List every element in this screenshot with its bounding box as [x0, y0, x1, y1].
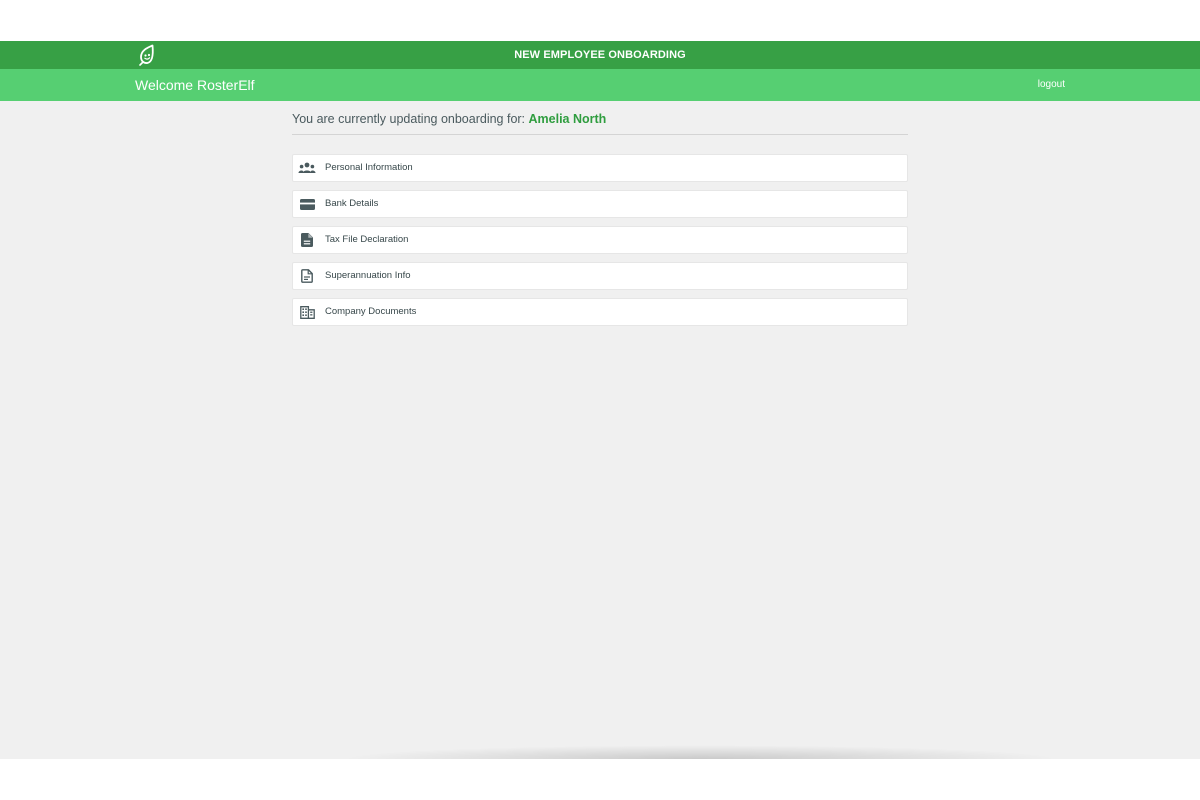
- updating-header: You are currently updating onboarding fo…: [292, 101, 908, 135]
- document-filled-icon: [298, 232, 316, 248]
- menu-item-superannuation-info[interactable]: Superannuation Info: [292, 262, 908, 290]
- users-icon: [298, 160, 316, 176]
- onboarding-content: You are currently updating onboarding fo…: [292, 101, 908, 334]
- menu-item-bank-details[interactable]: Bank Details: [292, 190, 908, 218]
- menu-item-personal-information[interactable]: Personal Information: [292, 154, 908, 182]
- logout-link[interactable]: logout: [1038, 69, 1065, 101]
- menu-item-label: Superannuation Info: [325, 270, 411, 281]
- credit-card-icon: [298, 196, 316, 212]
- menu-item-label: Personal Information: [325, 162, 413, 173]
- menu-item-label: Tax File Declaration: [325, 234, 409, 245]
- menu-item-label: Company Documents: [325, 306, 417, 317]
- menu-item-label: Bank Details: [325, 198, 379, 209]
- welcome-bar: Welcome RosterElf logout: [0, 69, 1200, 101]
- page-title: NEW EMPLOYEE ONBOARDING: [514, 49, 686, 61]
- employee-name: Amelia North: [528, 112, 607, 126]
- menu-item-company-documents[interactable]: Company Documents: [292, 298, 908, 326]
- welcome-text: Welcome RosterElf: [135, 77, 255, 93]
- updating-prefix: You are currently updating onboarding fo…: [292, 112, 529, 126]
- header-bar: NEW EMPLOYEE ONBOARDING: [0, 41, 1200, 69]
- building-icon: [298, 304, 316, 320]
- menu-item-tax-file-declaration[interactable]: Tax File Declaration: [292, 226, 908, 254]
- document-outline-icon: [298, 268, 316, 284]
- onboarding-menu: Personal Information Bank Details Tax Fi…: [292, 154, 908, 326]
- onboarding-app: NEW EMPLOYEE ONBOARDING Welcome RosterEl…: [0, 41, 1200, 759]
- footer-shadow: [340, 745, 1060, 759]
